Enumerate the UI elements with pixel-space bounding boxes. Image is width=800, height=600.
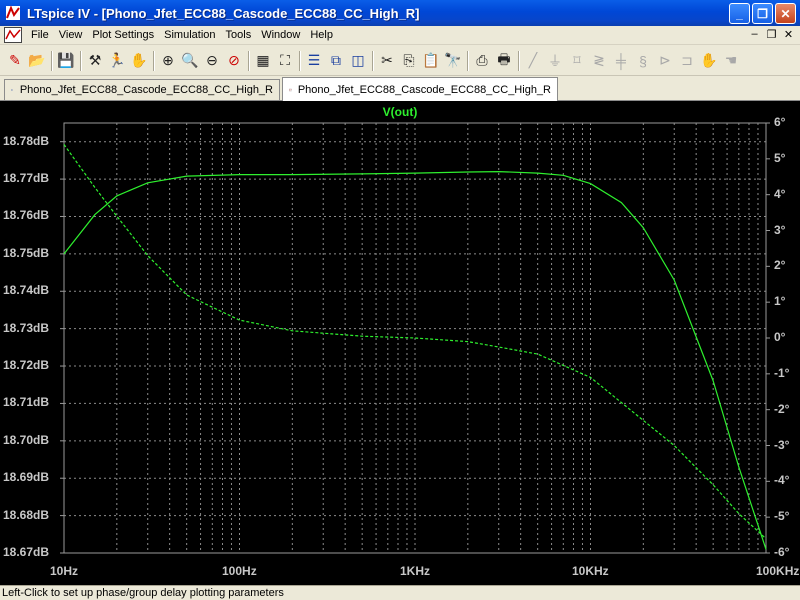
zoom-out-icon[interactable]: ⊖ [201, 50, 223, 72]
copy-icon[interactable]: ⎘ [398, 50, 420, 72]
y2-tick-label: 3° [774, 222, 786, 237]
menu-help[interactable]: Help [305, 29, 338, 41]
x-tick-label: 10KHz [572, 564, 609, 578]
x-tick-label: 10Hz [50, 564, 79, 578]
waveform-doc-icon[interactable] [4, 27, 22, 43]
autorange-icon[interactable]: ▦ [252, 50, 274, 72]
y-tick-label: 18.75dB [3, 245, 50, 260]
mdi-restore-button[interactable]: ❐ [764, 28, 779, 41]
y-tick-label: 18.71dB [3, 395, 50, 410]
x-tick-label: 100Hz [222, 564, 257, 578]
trace-label-vout[interactable]: V(out) [0, 105, 800, 119]
menu-file[interactable]: File [26, 29, 54, 41]
tab-label: Phono_Jfet_ECC88_Cascode_ECC88_CC_High_R [297, 83, 551, 96]
control-panel-icon[interactable]: ⚒ [84, 50, 106, 72]
y2-tick-label: -3° [774, 437, 790, 452]
toolbar: ✎ 📂 💾 ⚒ 🏃 ✋ ⊕ 🔍 ⊖ ⊘ ▦ ⛶ ☰ ⧉ ◫ ✂ ⎘ 📋 🔭 ⎙ … [0, 46, 800, 76]
menu-window[interactable]: Window [256, 29, 305, 41]
status-bar: Left-Click to set up phase/group delay p… [0, 585, 800, 600]
print-preview-icon[interactable]: ⎙ [471, 50, 493, 72]
minimize-button[interactable]: _ [729, 3, 750, 24]
new-schematic-icon[interactable]: ✎ [4, 50, 26, 72]
tab-schematic[interactable]: Phono_Jfet_ECC88_Cascode_ECC88_CC_High_R [4, 79, 280, 100]
tab-label: Phono_Jfet_ECC88_Cascode_ECC88_CC_High_R [19, 84, 273, 96]
menu-plot-settings[interactable]: Plot Settings [87, 29, 159, 41]
plot-canvas[interactable] [0, 101, 800, 585]
y-tick-label: 18.78dB [3, 133, 50, 148]
y2-tick-label: 2° [774, 258, 786, 273]
zoom-in-icon[interactable]: ⊕ [157, 50, 179, 72]
tile-vertical-icon[interactable]: ◫ [347, 50, 369, 72]
inductor-icon[interactable]: § [632, 50, 654, 72]
zoom-cancel-icon[interactable]: ⊘ [223, 50, 245, 72]
y-tick-label: 18.69dB [3, 470, 50, 485]
print-icon[interactable]: 🖶 [493, 50, 515, 72]
label-net-icon[interactable]: ⌑ [566, 50, 588, 72]
y-tick-label: 18.74dB [3, 283, 50, 298]
find-icon[interactable]: 🔭 [442, 50, 464, 72]
move-icon[interactable]: ✋ [698, 50, 720, 72]
y2-tick-label: -6° [774, 545, 790, 559]
draw-wire-icon[interactable]: ╱ [522, 50, 544, 72]
y2-tick-label: 1° [774, 294, 786, 309]
cut-icon[interactable]: ✂ [376, 50, 398, 72]
y-tick-label: 18.70dB [3, 432, 50, 447]
waveform-plot[interactable]: V(out) 18.78dB 18.77dB 18.76dB 18.75dB 18.74… [0, 101, 800, 585]
mdi-close-button[interactable]: ✕ [781, 28, 796, 41]
y-tick-label: 18.67dB [3, 545, 50, 559]
cascade-icon[interactable]: ⧉ [325, 50, 347, 72]
y2-tick-label: 4° [774, 186, 786, 201]
y-tick-label: 18.77dB [3, 171, 50, 186]
zoom-area-icon[interactable]: 🔍 [179, 50, 201, 72]
ground-icon[interactable]: ⏚ [544, 50, 566, 72]
y2-tick-label: -1° [774, 365, 790, 380]
y2-tick-label: 5° [774, 150, 786, 165]
window-title: LTspice IV - [Phono_Jfet_ECC88_Cascode_E… [27, 5, 420, 21]
run-icon[interactable]: 🏃 [106, 50, 128, 72]
schematic-icon [11, 89, 13, 91]
zoom-extents-icon[interactable]: ⛶ [274, 50, 296, 72]
mdi-minimize-button[interactable]: – [747, 28, 762, 41]
menu-view[interactable]: View [54, 29, 88, 41]
y-tick-label: 18.72dB [3, 358, 50, 373]
menu-bar: File View Plot Settings Simulation Tools… [0, 26, 800, 45]
capacitor-icon[interactable]: ╪ [610, 50, 632, 72]
title-bar[interactable]: LTspice IV - [Phono_Jfet_ECC88_Cascode_E… [0, 0, 800, 26]
y-tick-label: 18.76dB [3, 208, 50, 223]
ltspice-logo-icon [6, 5, 20, 20]
open-icon[interactable]: 📂 [26, 50, 48, 72]
y-tick-label: 18.68dB [3, 507, 50, 522]
tile-horizontal-icon[interactable]: ☰ [303, 50, 325, 72]
close-button[interactable]: ✕ [775, 3, 796, 24]
y2-tick-label: -2° [774, 401, 790, 416]
x-tick-label: 1KHz [400, 564, 431, 578]
y2-tick-label: -4° [774, 473, 790, 488]
drag-icon[interactable]: ☚ [720, 50, 742, 72]
restore-button[interactable]: ❐ [752, 3, 773, 24]
halt-icon[interactable]: ✋ [128, 50, 150, 72]
save-icon[interactable]: 💾 [55, 50, 77, 72]
menu-simulation[interactable]: Simulation [159, 29, 220, 41]
paste-icon[interactable]: 📋 [420, 50, 442, 72]
y-tick-label: 18.73dB [3, 320, 50, 335]
x-tick-label: 100KHz [756, 564, 800, 578]
ltspice-window: LTspice IV - [Phono_Jfet_ECC88_Cascode_E… [0, 0, 800, 600]
y2-tick-label: 6° [774, 115, 786, 129]
menu-tools[interactable]: Tools [221, 29, 257, 41]
resistor-icon[interactable]: ≷ [588, 50, 610, 72]
component-icon[interactable]: ⊐ [676, 50, 698, 72]
waveform-icon [289, 88, 292, 91]
tab-waveform[interactable]: Phono_Jfet_ECC88_Cascode_ECC88_CC_High_R [282, 77, 558, 101]
diode-icon[interactable]: ⊳ [654, 50, 676, 72]
y2-tick-label: 0° [774, 330, 786, 344]
document-tabs: Phono_Jfet_ECC88_Cascode_ECC88_CC_High_R… [0, 77, 800, 101]
y2-tick-label: -5° [774, 509, 790, 524]
